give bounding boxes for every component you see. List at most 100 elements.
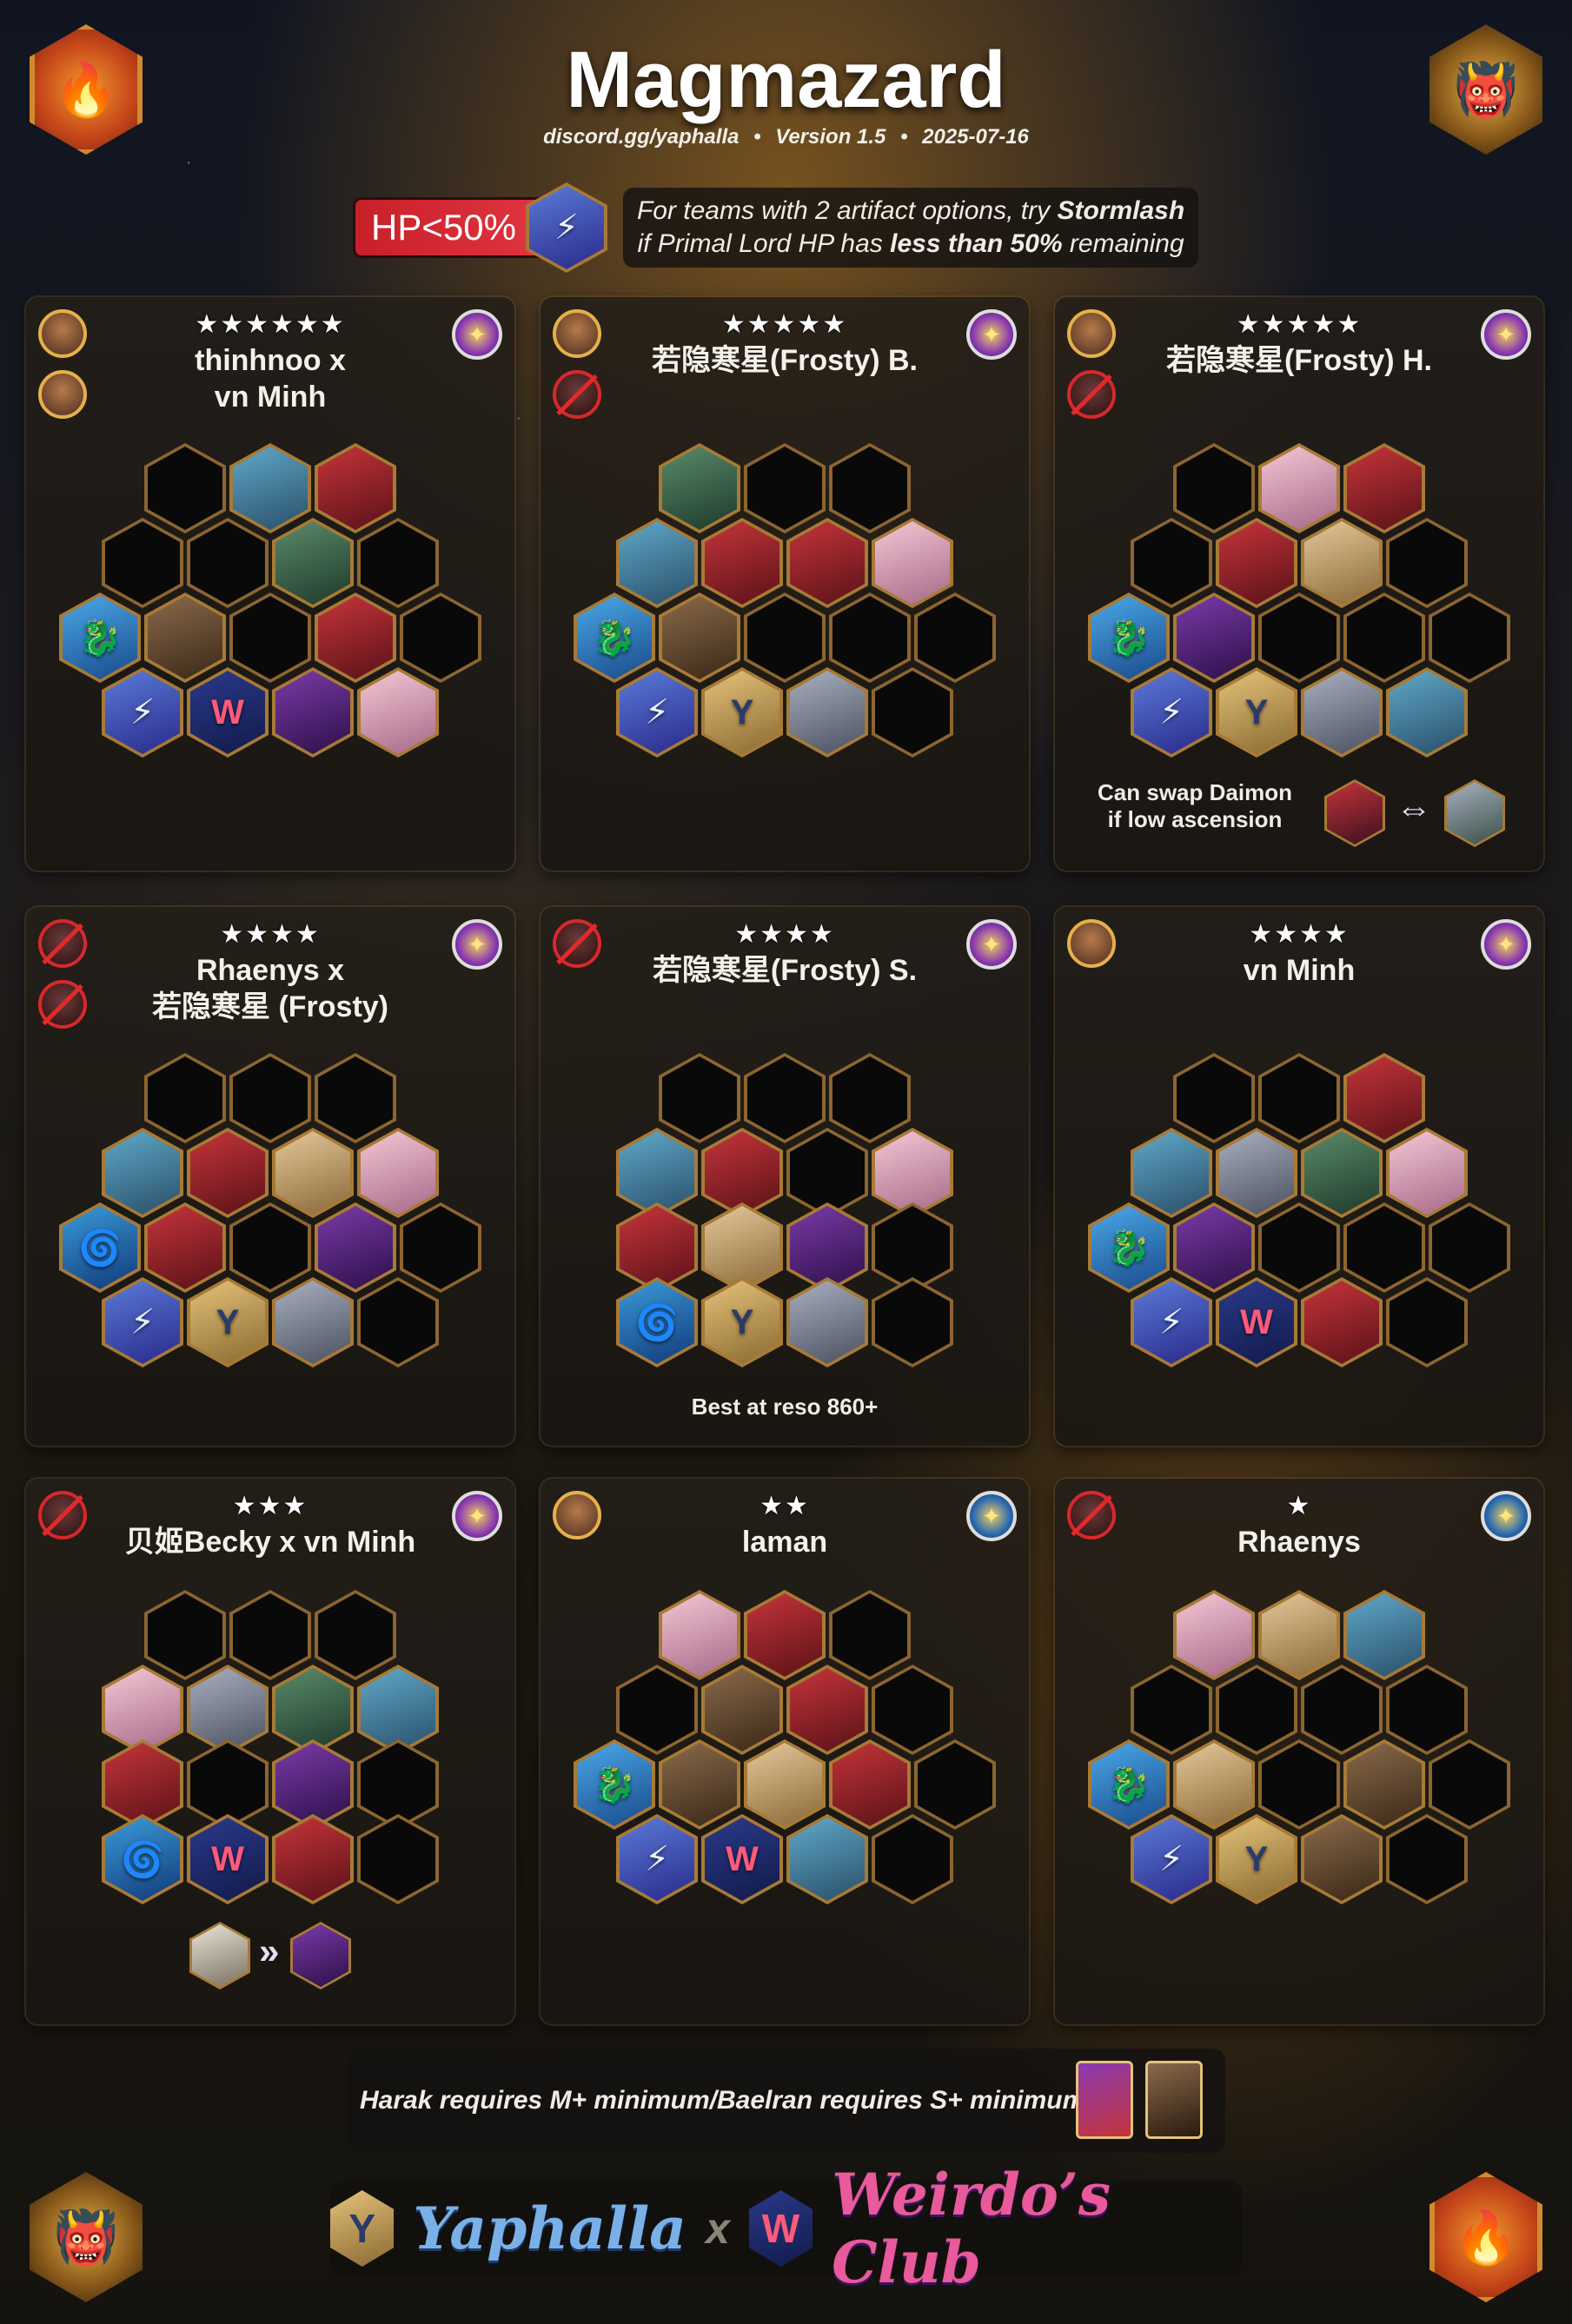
faction-icon: ✦ [966, 919, 1017, 970]
empty-slot [744, 443, 826, 533]
team-card: ★★★★ 若隐寒星(Frosty) S. ✦ 🌀 Y Best at reso 860+ [541, 907, 1029, 1446]
hero-portrait-icon [701, 518, 783, 608]
empty-slot [229, 1053, 311, 1143]
hero-portrait-icon [272, 1814, 354, 1904]
separator: • [753, 125, 761, 149]
hero-portrait-icon [1258, 443, 1340, 533]
excluded-hero-icon [38, 1491, 87, 1539]
empty-slot [1258, 1053, 1340, 1143]
hero-portrait-icon [1173, 593, 1255, 683]
empty-slot [829, 443, 911, 533]
empty-slot [1429, 1202, 1510, 1293]
faction-icon: ✦ [1481, 1491, 1531, 1541]
required-hero-icon [1067, 919, 1116, 968]
excluded-hero-icon [553, 370, 601, 419]
required-hero-icon [553, 309, 601, 358]
hero-portrait-icon [872, 518, 953, 608]
team-author-name: 贝姬Becky x vn Minh [124, 1526, 416, 1559]
team-card: ★★★★ Rhaenys x 若隐寒星 (Frosty) ✦ 🌀 ⚡ Y [26, 907, 514, 1446]
page-title: Magmazard [566, 36, 1006, 124]
hero-portrait-icon [1343, 1739, 1425, 1830]
date-label: 2025-07-16 [922, 125, 1029, 149]
hero-portrait-icon [229, 443, 311, 533]
discord-link[interactable]: discord.gg/yaphalla [543, 125, 739, 149]
hero-portrait-icon [315, 1202, 396, 1293]
star-rating: ★ [1286, 1492, 1312, 1520]
empty-slot [829, 1590, 911, 1680]
empty-slot [872, 1277, 953, 1367]
empty-slot [229, 1202, 311, 1293]
required-hero-icon [38, 370, 87, 419]
excluded-hero-icon [38, 980, 87, 1029]
hero-portrait-icon [744, 1739, 826, 1830]
brand-yaphalla: Yaphalla [413, 2195, 687, 2262]
hero-portrait-icon [1301, 667, 1383, 758]
team-card: ★ Rhaenys ✦ 🐉 ⚡ Y [1055, 1479, 1543, 2024]
hero-portrait-icon [1216, 1128, 1297, 1218]
empty-slot [1343, 593, 1425, 683]
empty-slot [102, 518, 183, 608]
hero-portrait-icon [1386, 667, 1468, 758]
empty-slot [914, 593, 996, 683]
hero-portrait-icon [786, 1277, 868, 1367]
artifact-slot-icon: 🌀 [59, 1202, 141, 1293]
version-label: Version 1.5 [775, 125, 886, 149]
artifact-slot-icon: ⚡ [616, 1814, 698, 1904]
empty-slot [1386, 518, 1468, 608]
empty-slot [400, 1202, 481, 1293]
empty-slot [1386, 1814, 1468, 1904]
team-card: ★★★★★ 若隐寒星(Frosty) B. ✦ 🐉 ⚡ Y [541, 297, 1029, 871]
hero-portrait-icon [102, 1128, 183, 1218]
faction-icon: ✦ [1481, 919, 1531, 970]
empty-slot [744, 593, 826, 683]
empty-slot [1429, 593, 1510, 683]
hero-portrait-icon [144, 593, 226, 683]
empty-slot [144, 1590, 226, 1680]
hero-portrait-icon [187, 1128, 269, 1218]
artifact-slot-icon: W [701, 1814, 783, 1904]
empty-slot [1131, 1665, 1212, 1755]
brand-weirdos-club: Weirdo’s Club [832, 2161, 1111, 2296]
empty-slot [1173, 1053, 1255, 1143]
empty-slot [357, 1814, 439, 1904]
artifact-slot-icon: 🐉 [1088, 593, 1170, 683]
star-rating: ★★★★★ [1236, 310, 1363, 339]
faction-icon: ✦ [452, 1491, 502, 1541]
artifact-slot-icon: 🌀 [102, 1814, 183, 1904]
empty-slot [144, 1053, 226, 1143]
artifact-slot-icon: 🐉 [1088, 1202, 1170, 1293]
requirement-note: Harak requires M+ minimum/Baelran requir… [348, 2049, 1225, 2153]
empty-slot [616, 1665, 698, 1755]
artifact-slot-icon: 🌀 [616, 1277, 698, 1367]
substitute-hero-icon [1444, 779, 1505, 847]
hp-tip-text: For teams with 2 artifact options, try S… [622, 188, 1199, 268]
required-hero-icon [38, 309, 87, 358]
hero-portrait-icon [1301, 518, 1383, 608]
star-rating: ★★★★★★ [195, 310, 346, 339]
boss-portrait-icon: 👹 [30, 2172, 143, 2302]
separator: • [900, 125, 908, 149]
team-note: Can swap Daimon if low ascension [1098, 779, 1292, 832]
artifact-slot-icon: 🐉 [574, 593, 655, 683]
hero-portrait-icon [189, 1922, 250, 1990]
empty-slot [315, 1053, 396, 1143]
hp-tip-banner: HP<50% ⚡ For teams with 2 artifact optio… [353, 182, 1199, 273]
hero-portrait-icon [272, 518, 354, 608]
artifact-slot-icon: ⚡ [102, 1277, 183, 1367]
hero-portrait-icon [1216, 518, 1297, 608]
stormlash-artifact-icon: ⚡ [525, 182, 607, 273]
empty-slot [315, 1590, 396, 1680]
empty-slot [659, 1053, 740, 1143]
hero-portrait-icon [272, 667, 354, 758]
team-author-name: vn Minh [1243, 954, 1356, 987]
hero-portrait-icon [786, 667, 868, 758]
empty-slot [1386, 1665, 1468, 1755]
hero-portrait-icon [744, 1590, 826, 1680]
team-author-name: Rhaenys x 若隐寒星 (Frosty) [152, 954, 388, 1023]
empty-slot [1429, 1739, 1510, 1830]
excluded-hero-icon [1067, 370, 1116, 419]
brand-bar: Y Yaphalla x W Weirdo’s Club [330, 2161, 1243, 2296]
hero-portrait-icon [1173, 1202, 1255, 1293]
empty-slot [357, 518, 439, 608]
empty-slot [187, 518, 269, 608]
